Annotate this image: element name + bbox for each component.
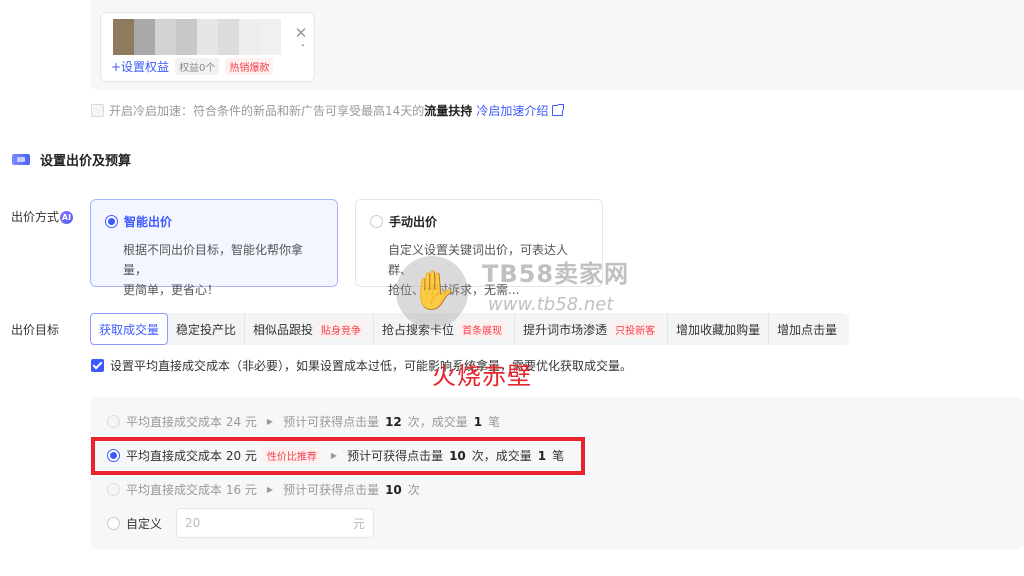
- avg-cost-text: 设置平均直接成交成本（非必要），如果设置成本过低，可能影响系统拿量，需要优化获取…: [110, 359, 633, 373]
- cost-option-16-mid: 次: [407, 483, 420, 497]
- cost-option-24-label: 平均直接成交成本 24 元: [126, 415, 257, 429]
- smart-bid-head: 智能出价: [105, 213, 323, 230]
- cost-option-16-clicks: 10: [385, 482, 402, 497]
- manual-bid-radio[interactable]: [370, 215, 383, 228]
- manual-bid-card[interactable]: 手动出价 自定义设置关键词出价，可表达人群、 抢位、分时诉求，无需...: [355, 199, 603, 297]
- bid-goal-label: 出价目标: [11, 323, 60, 337]
- tab-goal-0[interactable]: 获取成交量: [90, 313, 169, 345]
- tab-goal-6[interactable]: 增加点击量: [769, 313, 845, 345]
- tab-goal-2[interactable]: 相似品跟投 貼身竞争: [245, 313, 375, 345]
- cost-option-16[interactable]: 平均直接成交成本 16 元 ▶ 预计可获得点击量 10 次: [107, 481, 420, 498]
- tab-goal-3[interactable]: 抢占搜索卡位 首条展现: [374, 313, 516, 345]
- custom-cost-radio[interactable]: [107, 516, 120, 530]
- custom-cost-label: 自定义: [126, 516, 163, 531]
- cost-option-16-est: 预计可获得点击量: [283, 483, 380, 497]
- tab-label: 稳定投产比: [176, 322, 237, 337]
- cost-option-custom[interactable]: 自定义 20 元: [107, 508, 375, 538]
- cold-start-row: 开启冷启加速： 符合条件的新品和新广告可享受最高14天的 流量扶持 冷启加速介绍: [91, 102, 565, 119]
- tab-goal-4[interactable]: 提升词市场渗透 只投新客: [515, 313, 669, 345]
- cost-option-24-unit: 笔: [488, 415, 501, 429]
- cost-option-16-radio[interactable]: [107, 483, 120, 496]
- custom-cost-input[interactable]: 20 元: [176, 508, 375, 538]
- blur-block: [218, 19, 239, 55]
- custom-cost-unit: 元: [353, 516, 366, 531]
- tab-label: 抢占搜索卡位: [382, 322, 455, 337]
- blur-block: [176, 19, 197, 55]
- manual-bid-desc-line2: 抢位、分时诉求，无需...: [388, 283, 520, 297]
- smart-bid-card[interactable]: 智能出价 根据不同出价目标，智能化帮你拿量， 更简单，更省心！: [90, 199, 338, 297]
- cost-option-24-deals: 1: [473, 414, 483, 429]
- bid-method-label: 出价方式 AI: [11, 208, 74, 225]
- tab-label: 相似品跟投: [253, 322, 314, 337]
- highlight-annotation-box: [91, 437, 585, 475]
- tab-goal-1[interactable]: 稳定投产比: [168, 313, 246, 345]
- cost-option-24-radio[interactable]: [107, 415, 120, 428]
- section-title: 设置出价及预算: [40, 154, 132, 169]
- rights-count-badge: 权益0个: [175, 58, 220, 75]
- triangle-right-icon: ▶: [266, 417, 274, 426]
- product-image-blurred: [113, 19, 281, 55]
- manual-bid-desc: 自定义设置关键词出价，可表达人群、 抢位、分时诉求，无需...: [388, 240, 588, 300]
- cold-start-checkbox[interactable]: [91, 104, 104, 117]
- smart-bid-desc-line1: 根据不同出价目标，智能化帮你拿量，: [123, 243, 304, 277]
- cost-option-16-label: 平均直接成交成本 16 元: [126, 483, 257, 497]
- cost-option-24-est: 预计可获得点击量: [283, 415, 380, 429]
- smart-bid-desc-line2: 更简单，更省心！: [123, 283, 220, 297]
- blur-block: [113, 19, 134, 55]
- tab-label: 提升词市场渗透: [523, 322, 608, 337]
- tab-badge: 只投新客: [611, 320, 660, 338]
- external-link-icon[interactable]: [552, 104, 565, 116]
- blur-block: [197, 19, 218, 55]
- bid-goal-tabs: 获取成交量 稳定投产比 相似品跟投 貼身竞争 抢占搜索卡位 首条展现 提升词市场渗透 只投新客…: [90, 313, 850, 345]
- tab-badge: 首条展现: [458, 320, 507, 338]
- tab-label: 获取成交量: [99, 322, 160, 337]
- close-icon[interactable]: ✕: [293, 25, 309, 41]
- blur-block: [239, 19, 260, 55]
- avg-cost-checkbox[interactable]: [91, 359, 104, 372]
- bid-method-label-text: 出价方式: [11, 210, 60, 224]
- smart-bid-title: 智能出价: [124, 215, 173, 229]
- cost-option-24[interactable]: 平均直接成交成本 24 元 ▶ 预计可获得点击量 12 次，成交量 1 笔: [107, 413, 500, 430]
- watermark-stamp: 火烧赤壁: [432, 362, 532, 390]
- set-rights-link[interactable]: +设置权益: [111, 58, 169, 75]
- cold-start-desc: 符合条件的新品和新广告可享受最高14天的: [193, 104, 425, 118]
- cost-option-24-mid: 次，成交量: [407, 415, 468, 429]
- cold-start-intro-link[interactable]: 冷启加速介绍: [476, 102, 548, 119]
- cold-start-bold: 流量扶持: [424, 104, 473, 118]
- custom-cost-placeholder: 20: [185, 516, 201, 530]
- blur-block: [155, 19, 176, 55]
- tab-label: 增加收藏加购量: [676, 322, 761, 337]
- cost-option-24-clicks: 12: [385, 414, 402, 429]
- manual-bid-head: 手动出价: [370, 213, 588, 230]
- ai-icon: AI: [60, 211, 74, 224]
- ticket-icon: [12, 154, 30, 165]
- hot-sale-badge: 热销爆款: [225, 58, 274, 75]
- tab-goal-5[interactable]: 增加收藏加购量: [668, 313, 770, 345]
- section-header: 设置出价及预算: [12, 150, 131, 169]
- product-card[interactable]: . ✕ +设置权益 权益0个 热销爆款: [100, 12, 315, 82]
- tab-label: 增加点击量: [777, 322, 838, 337]
- manual-bid-desc-line1: 自定义设置关键词出价，可表达人群、: [388, 243, 569, 277]
- avg-cost-row: 设置平均直接成交成本（非必要），如果设置成本过低，可能影响系统拿量，需要优化获取…: [91, 357, 632, 374]
- blur-block: [134, 19, 155, 55]
- triangle-right-icon: ▶: [266, 485, 274, 494]
- product-card-footer: +设置权益 权益0个 热销爆款: [111, 58, 274, 75]
- tab-badge: 貼身竞争: [317, 320, 366, 338]
- smart-bid-radio[interactable]: [105, 215, 118, 228]
- smart-bid-desc: 根据不同出价目标，智能化帮你拿量， 更简单，更省心！: [123, 240, 323, 300]
- blur-block: [260, 19, 281, 55]
- manual-bid-title: 手动出价: [389, 215, 438, 229]
- cold-start-label: 开启冷启加速：: [109, 104, 194, 118]
